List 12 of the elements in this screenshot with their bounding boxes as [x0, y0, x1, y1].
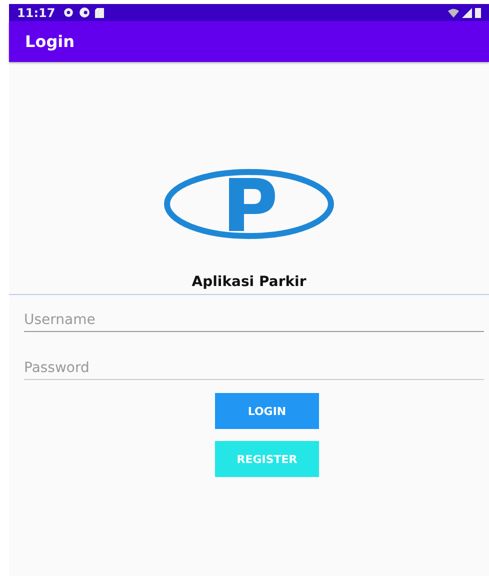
status-time: 11:17 — [17, 6, 56, 20]
app-name: Aplikasi Parkir — [192, 274, 306, 290]
screen-title: Login — [25, 32, 75, 51]
password-field[interactable]: Password — [24, 358, 484, 380]
username-field[interactable]: Username — [24, 310, 484, 332]
app-icon — [79, 7, 90, 18]
sd-card-icon — [95, 8, 104, 18]
parking-logo-icon — [163, 168, 335, 240]
battery-icon — [475, 8, 481, 18]
wifi-icon — [448, 8, 459, 18]
login-button[interactable]: LOGIN — [215, 393, 319, 429]
signal-icon — [462, 8, 472, 18]
